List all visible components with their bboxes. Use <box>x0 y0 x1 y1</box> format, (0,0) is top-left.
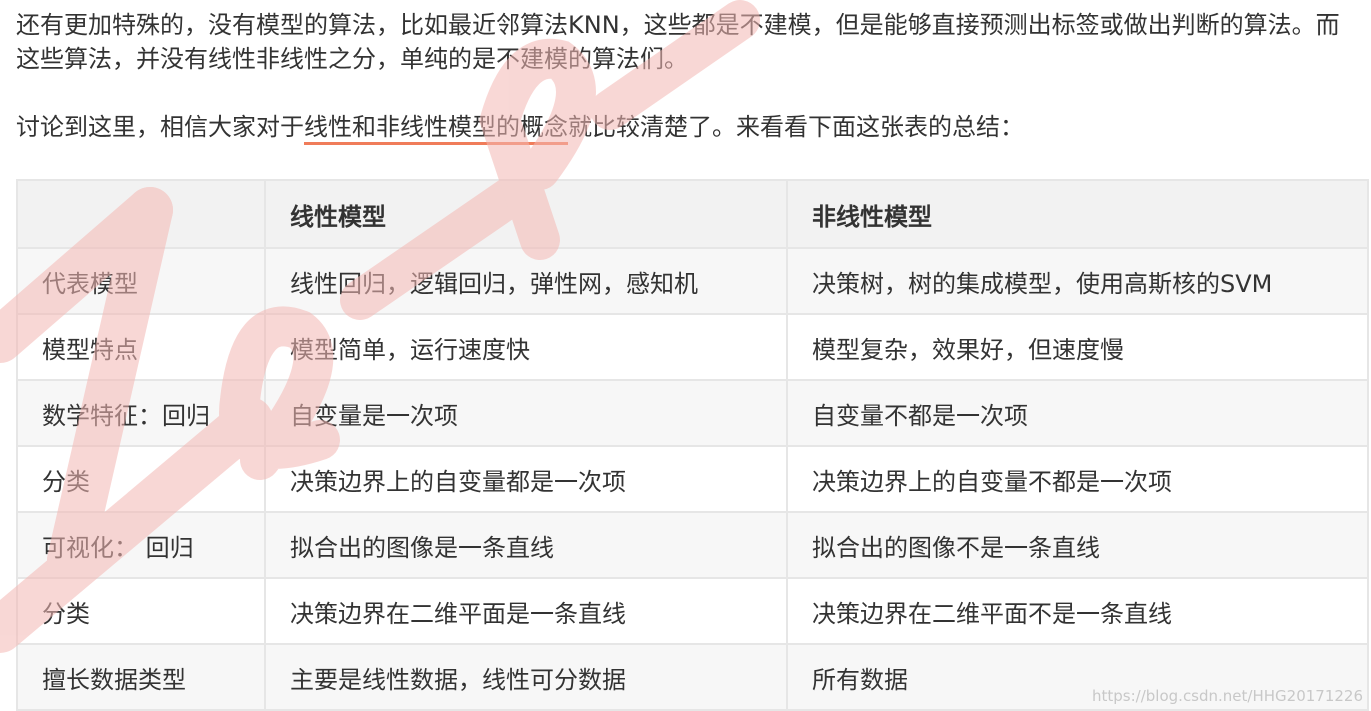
row-label: 分类 <box>16 445 266 513</box>
nonlinear-cell: 决策树，树的集成模型，使用高斯核的SVM <box>786 247 1369 315</box>
table-row: 可视化： 回归 拟合出的图像是一条直线 拟合出的图像不是一条直线 <box>16 511 1369 579</box>
row-label: 擅长数据类型 <box>16 643 266 711</box>
table-header-row: 线性模型 非线性模型 <box>16 179 1369 249</box>
header-cell-linear: 线性模型 <box>264 179 788 249</box>
nonlinear-cell: 模型复杂，效果好，但速度慢 <box>786 313 1369 381</box>
table-row: 分类 决策边界上的自变量都是一次项 决策边界上的自变量不都是一次项 <box>16 445 1369 513</box>
row-label: 分类 <box>16 577 266 645</box>
row-label: 模型特点 <box>16 313 266 381</box>
row-label: 代表模型 <box>16 247 266 315</box>
summary-text-end: 就比较清楚了。来看看下面这张表的总结： <box>568 113 1024 141</box>
blog-url-watermark: https://blog.csdn.net/HHG20171226 <box>1092 687 1363 705</box>
intro-paragraph: 还有更加特殊的，没有模型的算法，比如最近邻算法KNN，这些都是不建模，但是能够直… <box>16 11 1340 73</box>
table-row: 代表模型 线性回归，逻辑回归，弹性网，感知机 决策树，树的集成模型，使用高斯核的… <box>16 247 1369 315</box>
summary-text-start: 讨论到这里，相信大家对于 <box>16 113 304 141</box>
linear-cell: 自变量是一次项 <box>264 379 788 447</box>
linear-cell: 决策边界在二维平面是一条直线 <box>264 577 788 645</box>
table-row: 模型特点 模型简单，运行速度快 模型复杂，效果好，但速度慢 <box>16 313 1369 381</box>
comparison-table: 线性模型 非线性模型 代表模型 线性回归，逻辑回归，弹性网，感知机 决策树，树的… <box>16 179 1369 711</box>
nonlinear-cell: 拟合出的图像不是一条直线 <box>786 511 1369 579</box>
linear-cell: 拟合出的图像是一条直线 <box>264 511 788 579</box>
nonlinear-cell: 自变量不都是一次项 <box>786 379 1369 447</box>
linear-cell: 决策边界上的自变量都是一次项 <box>264 445 788 513</box>
nonlinear-cell: 决策边界上的自变量不都是一次项 <box>786 445 1369 513</box>
linear-cell: 主要是线性数据，线性可分数据 <box>264 643 788 711</box>
row-label: 数学特征：回归 <box>16 379 266 447</box>
summary-paragraph: 讨论到这里，相信大家对于线性和非线性模型的概念就比较清楚了。来看看下面这张表的总… <box>16 110 1363 145</box>
table-row: 数学特征：回归 自变量是一次项 自变量不都是一次项 <box>16 379 1369 447</box>
table-row: 分类 决策边界在二维平面是一条直线 决策边界在二维平面不是一条直线 <box>16 577 1369 645</box>
header-cell-nonlinear: 非线性模型 <box>786 179 1369 249</box>
linear-cell: 模型简单，运行速度快 <box>264 313 788 381</box>
nonlinear-cell: 决策边界在二维平面不是一条直线 <box>786 577 1369 645</box>
highlighted-phrase: 线性和非线性模型的概念 <box>304 113 568 145</box>
linear-cell: 线性回归，逻辑回归，弹性网，感知机 <box>264 247 788 315</box>
header-cell-empty <box>16 179 266 249</box>
row-label: 可视化： 回归 <box>16 511 266 579</box>
